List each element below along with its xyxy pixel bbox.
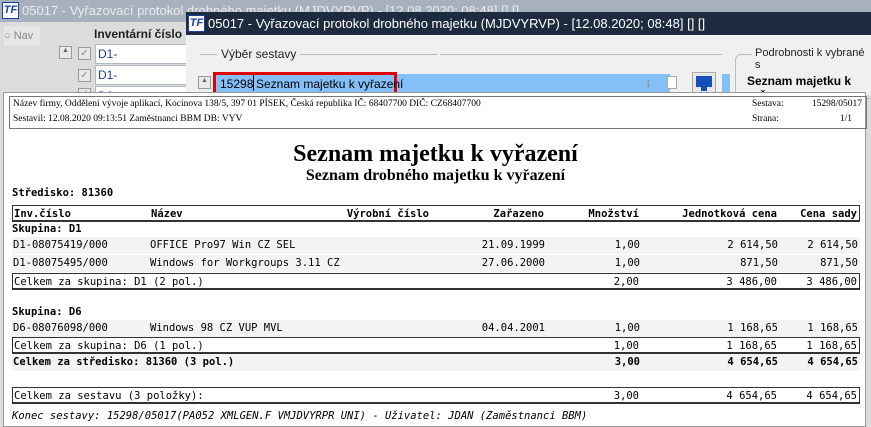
report-preview: Název firmy, Oddělení vývoje aplikací, K… (3, 92, 867, 427)
row-checkbox[interactable]: ✓ (78, 69, 91, 82)
report-name: Seznam majetku k vyřazení (256, 77, 404, 91)
cell: 1,00 (614, 322, 640, 334)
detail-section-label: Podrobnosti k vybrané s (752, 47, 871, 71)
cell: 1 168,65 (727, 322, 778, 334)
report-id: 15298 (220, 77, 254, 91)
author-info: Sestavil: 12.08.2020 09:13:51 Zaměstnanc… (13, 114, 243, 124)
column-header-inventory-number: Inventární číslo (94, 27, 183, 41)
row-checkbox[interactable]: ✓ (78, 47, 91, 60)
cell: D1-08075419/000 (13, 239, 108, 251)
app-logo-icon: TF (2, 2, 19, 19)
section-label: Výběr sestavy (217, 47, 301, 61)
company-info: Název firmy, Oddělení vývoje aplikací, K… (13, 99, 481, 109)
table-row: D1-08075419/000 OFFICE Pro97 Win CZ SEL 21… (12, 237, 860, 254)
cell: 1,00 (614, 239, 640, 251)
cell: Celkem za středisko: 81360 (3 pol.) (13, 356, 235, 368)
summary-row: Celkem za sestavu (3 položky): 3,00 4 654,… (12, 387, 860, 404)
scroll-up-icon[interactable]: ▲ (59, 46, 72, 59)
cell: 3,00 (614, 356, 640, 368)
cell: OFFICE Pro97 Win CZ SEL (150, 239, 296, 251)
group-label: Skupina: D6 (12, 306, 82, 318)
cell: D6-08076098/000 (13, 322, 108, 334)
report-subtitle: Seznam drobného majetku k vyřazení (305, 167, 566, 184)
sestava-value: 15298/05017 (811, 99, 862, 109)
cell: 3,00 (613, 390, 639, 402)
cell: 4 654,65 (726, 390, 777, 402)
table-row: D1-08075495/000 Windows for Workgroups 3.… (12, 255, 860, 272)
summary-row: Celkem za středisko: 81360 (3 pol.) 3,00 4… (12, 354, 860, 371)
report-title: Seznam majetku k vyřazení (293, 141, 578, 167)
cell: 4 654,65 (806, 390, 857, 402)
cell: 21.09.1999 (481, 239, 545, 251)
cell: Celkem za skupina: D1 (2 pol.) (14, 276, 204, 288)
table-header: Inv.číslo Název Výrobní číslo Zařazeno Množs… (12, 205, 860, 222)
group-label: Skupina: D1 (12, 223, 82, 235)
sort-icon[interactable]: ↕ (645, 75, 652, 90)
stredisko-label: Středisko: 81360 (12, 187, 114, 199)
screen-preview-button[interactable] (692, 72, 716, 94)
cell: 2 614,50 (807, 239, 858, 251)
cell: 1 168,65 (806, 340, 857, 352)
cell: Celkem za sestavu (3 položky): (14, 390, 204, 402)
cell: 2 614,50 (727, 239, 778, 251)
cell: 871,50 (820, 257, 858, 269)
cell: 2,00 (613, 276, 639, 288)
cell: 27.06.2000 (481, 257, 545, 269)
pdf-icon[interactable] (667, 76, 677, 89)
cell: 1 168,65 (726, 340, 777, 352)
window-title-bar: 05017 - Vyřazovací protokol drobného maj… (186, 12, 871, 35)
scroll-up-icon[interactable]: ▲ (198, 76, 211, 89)
table-row: D6-08076098/000 Windows 98 CZ VUP MVL 04.0… (12, 320, 860, 337)
sestava-label: Sestava: (752, 99, 784, 109)
cell: Windows 98 CZ VUP MVL (150, 322, 283, 334)
cell: 871,50 (740, 257, 778, 269)
window-logo-icon: TF (188, 15, 205, 32)
inventory-cell[interactable]: D1-08075495/000 (95, 65, 187, 85)
cell: 4 654,65 (807, 356, 858, 368)
cell: 1,00 (613, 340, 639, 352)
cell: Windows for Workgroups 3.11 CZ (150, 257, 340, 269)
strana-value: 1/1 (839, 114, 852, 124)
scrollbar[interactable] (722, 74, 730, 92)
report-footer: Konec sestavy: 15298/05017(PA052 XMLGEN.… (12, 410, 588, 422)
report-header-box: Název firmy, Oddělení vývoje aplikací, K… (9, 96, 867, 129)
cell: 1 168,65 (807, 322, 858, 334)
cell: 04.04.2001 (481, 322, 545, 334)
nav-radio[interactable]: ○ Nav (4, 26, 40, 46)
cell: 4 654,65 (727, 356, 778, 368)
cell: 3 486,00 (806, 276, 857, 288)
strana-label: Strana: (752, 114, 779, 124)
cell: 1,00 (614, 257, 640, 269)
inventory-cell[interactable]: D1-08075419/000 (95, 44, 187, 64)
summary-row: Celkem za skupina: D6 (1 pol.) 1,00 1 168,… (12, 337, 860, 354)
cell: 3 486,00 (726, 276, 777, 288)
cell: Celkem za skupina: D6 (1 pol.) (14, 340, 204, 352)
cell: D1-08075495/000 (13, 257, 108, 269)
summary-row: Celkem za skupina: D1 (2 pol.) 2,00 3 486,… (12, 273, 860, 290)
